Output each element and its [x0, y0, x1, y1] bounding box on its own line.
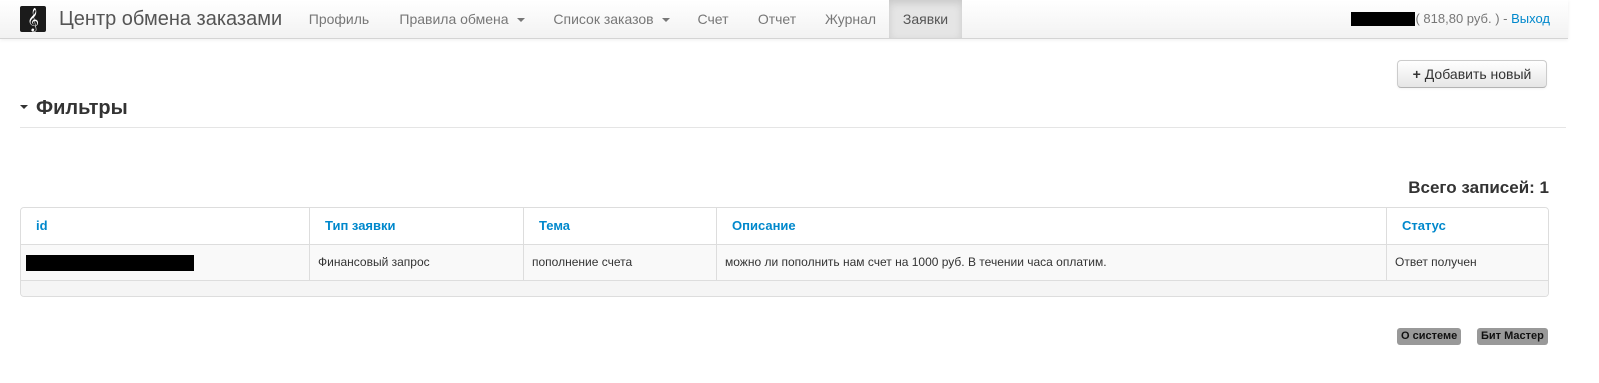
treble-clef-logo-icon[interactable]: 𝄞: [20, 6, 46, 32]
add-new-button[interactable]: + Добавить новый: [1397, 60, 1547, 88]
nav-item-label: Журнал: [824, 11, 877, 27]
table-header-row: id Тип заявки Тема Описание Статус: [21, 208, 1548, 245]
cell-type: Финансовый запрос: [309, 245, 523, 280]
bit-master-badge[interactable]: Бит Мастер: [1477, 328, 1548, 345]
column-header-type[interactable]: Тип заявки: [309, 208, 523, 244]
cell-id: [21, 245, 309, 280]
column-header-id[interactable]: id: [21, 208, 309, 244]
triangle-down-icon: [20, 105, 28, 110]
caret-down-icon: [661, 18, 670, 23]
nav-item-journal[interactable]: Журнал: [812, 0, 889, 38]
redacted-id: [26, 254, 194, 271]
column-header-status[interactable]: Статус: [1386, 208, 1548, 244]
filters-divider: [20, 127, 1566, 128]
plus-icon: +: [1412, 66, 1421, 82]
requests-table: id Тип заявки Тема Описание Статус Финан…: [20, 207, 1549, 297]
add-new-label: Добавить новый: [1424, 66, 1532, 82]
nav-item-label: Заявки: [902, 11, 949, 27]
nav-item-profile[interactable]: Профиль: [293, 0, 385, 38]
nav-item-label: Профиль: [308, 11, 370, 27]
nav-item-label: Правила обмена: [399, 11, 509, 27]
account-balance: ( 818,80 руб. ) -: [1415, 11, 1512, 26]
filters-title: Фильтры: [36, 97, 128, 119]
nav-item-report[interactable]: Отчет: [742, 0, 812, 38]
filters-toggle[interactable]: Фильтры: [20, 95, 128, 121]
nav-item-label: Отчет: [757, 11, 797, 27]
nav-item-order-list[interactable]: Список заказов: [539, 0, 684, 38]
top-navbar: 𝄞 Центр обмена заказами Профиль Правила …: [0, 0, 1568, 39]
about-system-badge[interactable]: О системе: [1397, 328, 1462, 345]
nav-item-label: Счет: [697, 11, 729, 27]
table-row[interactable]: Финансовый запрос пополнение счета можно…: [21, 245, 1548, 281]
logout-link[interactable]: Выход: [1511, 11, 1550, 26]
records-total: Всего записей: 1: [1408, 178, 1549, 197]
column-header-subject[interactable]: Тема: [523, 208, 716, 244]
column-header-description[interactable]: Описание: [716, 208, 1386, 244]
user-info: ( 818,80 руб. ) - Выход: [1351, 0, 1550, 38]
cell-subject: пополнение счета: [523, 245, 716, 280]
caret-down-icon: [516, 18, 525, 23]
nav-item-account[interactable]: Счет: [684, 0, 742, 38]
table-footer: [21, 281, 1548, 296]
nav-item-exchange-rules[interactable]: Правила обмена: [385, 0, 539, 38]
nav-item-label: Список заказов: [553, 11, 654, 27]
nav-item-requests[interactable]: Заявки: [889, 0, 962, 38]
cell-status: Ответ получен: [1386, 245, 1548, 280]
cell-description: можно ли пополнить нам счет на 1000 руб.…: [716, 245, 1386, 280]
brand-title[interactable]: Центр обмена заказами: [59, 0, 282, 38]
redacted-username: [1351, 11, 1416, 26]
